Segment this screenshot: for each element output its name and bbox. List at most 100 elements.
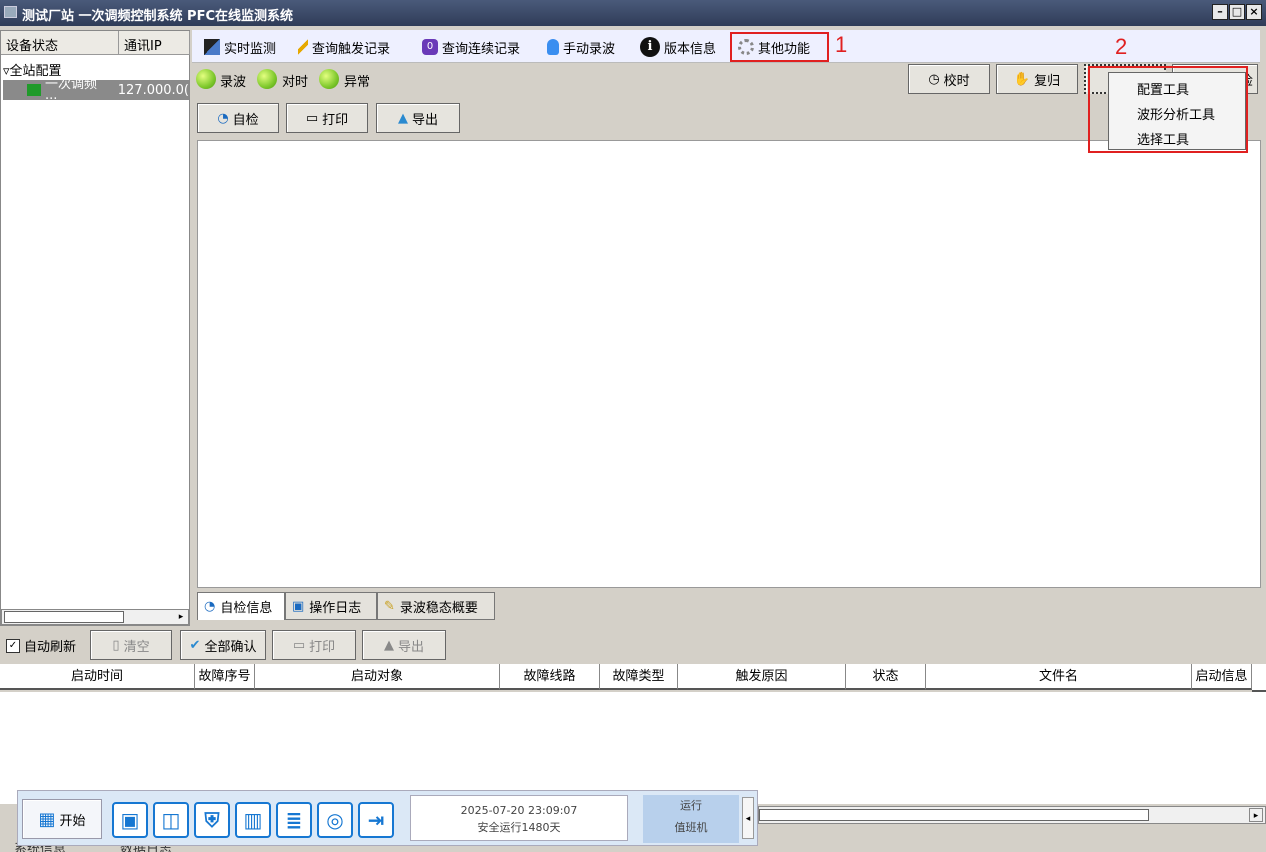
maximize-icon[interactable]: □ — [1229, 4, 1245, 20]
indicator-time-sync-icon — [257, 69, 277, 89]
nav-query-trigger[interactable]: 查询触发记录 — [298, 36, 390, 58]
pencil-icon — [298, 39, 308, 55]
tab-operation-log[interactable]: ▣ 操作日志 — [285, 592, 377, 620]
reset-label: 复归 — [1034, 73, 1061, 89]
column-filler — [1252, 664, 1266, 692]
indicator-record-label: 录波 — [220, 75, 247, 90]
column-start-info[interactable]: 启动信息 — [1192, 664, 1252, 690]
safe-run-text: 安全运行1480天 — [477, 821, 561, 834]
nav-other-functions[interactable]: 其他功能 — [730, 32, 829, 62]
clock-icon: ◷ — [928, 71, 940, 87]
window-title: 测试厂站 一次调频控制系统 PFC在线监测系统 — [22, 9, 294, 24]
nav-label: 实时监测 — [224, 41, 277, 57]
gear-icon — [738, 39, 754, 55]
bar-chart-icon[interactable]: ▥ — [235, 802, 271, 838]
desktop-icon[interactable]: ▣ — [112, 802, 148, 838]
nav-realtime-monitor[interactable]: 实时监测 — [204, 36, 276, 58]
auto-refresh-checkbox[interactable]: ✓ 自动刷新 — [6, 636, 76, 655]
log-print-button[interactable]: ▭ 打印 — [272, 630, 356, 660]
tab-self-check-info[interactable]: ◔ 自检信息 — [197, 592, 285, 620]
clear-label: 清空 — [123, 639, 150, 655]
start-label: 开始 — [59, 813, 86, 829]
auto-refresh-label: 自动刷新 — [24, 640, 77, 655]
nav-manual-record[interactable]: 手动录波 — [547, 36, 615, 58]
clear-button[interactable]: ▯ 清空 — [90, 630, 172, 660]
printer-icon: ▭ — [292, 637, 306, 653]
logout-icon[interactable]: ⇥ — [358, 802, 394, 838]
shield-icon[interactable]: ⛨ — [194, 802, 230, 838]
checkbox-checked-icon[interactable]: ✓ — [6, 638, 20, 653]
self-check-button[interactable]: ◔ 自检 — [197, 103, 279, 133]
reset-button[interactable]: ✋ 复归 — [996, 64, 1078, 94]
tab-record-summary[interactable]: ✎ 录波稳态概要 — [377, 592, 495, 620]
column-file-name[interactable]: 文件名 — [926, 664, 1192, 690]
indicator-time-sync-label: 对时 — [282, 75, 309, 90]
printer-icon: ▭ — [305, 110, 319, 126]
tab-label: 自检信息 — [220, 601, 273, 616]
nav-label: 版本信息 — [664, 41, 717, 57]
scroll-right-icon[interactable]: ▸ — [174, 610, 188, 624]
self-check-icon: ◔ — [217, 110, 229, 126]
sync-time-label: 校时 — [943, 73, 970, 89]
device-tree-panel: 设备状态 通讯IP ▿全站配置 一次调频··· 127.000.0( ▸ — [0, 30, 190, 626]
info-icon: i — [640, 37, 660, 57]
column-status[interactable]: 状态 — [846, 664, 926, 690]
main-content-area — [197, 140, 1261, 588]
indicator-abnormal-icon — [319, 69, 339, 89]
log-export-button[interactable]: ▲ 导出 — [362, 630, 446, 660]
fault-log-table-body — [0, 692, 1266, 804]
collapse-arrow-icon[interactable]: ◂ — [742, 797, 754, 839]
main-nav-bar: 实时监测 查询触发记录 0 查询连续记录 手动录波 i 版本信息 其他功能 1 — [192, 30, 1260, 63]
search-window-icon[interactable]: ◎ — [317, 802, 353, 838]
print-label: 打印 — [322, 112, 349, 128]
nav-query-continuous[interactable]: 0 查询连续记录 — [422, 36, 520, 58]
app-icon — [4, 6, 17, 18]
check-icon: ✔ — [189, 637, 201, 653]
column-start-object[interactable]: 启动对象 — [255, 664, 500, 690]
column-device-status[interactable]: 设备状态 — [1, 31, 119, 55]
column-start-time[interactable]: 启动时间 — [0, 664, 195, 690]
column-comm-ip[interactable]: 通讯IP — [119, 31, 190, 55]
column-fault-number[interactable]: 故障序号 — [195, 664, 255, 690]
device-ip: 127.000.0( — [117, 82, 189, 98]
export-icon: ▲ — [397, 110, 408, 126]
annotation-box-2 — [1088, 66, 1248, 153]
scrollbar-thumb[interactable] — [4, 611, 124, 623]
duty-status-text: 值班机 — [674, 821, 708, 834]
scrollbar-thumb[interactable] — [759, 809, 1149, 821]
grid-icon: ▦ — [38, 808, 56, 830]
tab-label: 操作日志 — [309, 600, 362, 616]
nav-label: 查询连续记录 — [442, 41, 521, 57]
export-label: 导出 — [411, 112, 438, 128]
print-button[interactable]: ▭ 打印 — [286, 103, 368, 133]
tab-label: 录波稳态概要 — [399, 600, 478, 616]
start-button[interactable]: ▦ 开始 — [22, 799, 102, 839]
annotation-mark-1: 1 — [835, 32, 848, 57]
table-horizontal-scrollbar[interactable]: ▸ — [758, 806, 1266, 824]
column-trigger-reason[interactable]: 触发原因 — [678, 664, 846, 690]
note-icon: ✎ — [384, 598, 395, 614]
column-fault-line[interactable]: 故障线路 — [500, 664, 600, 690]
confirm-all-button[interactable]: ✔ 全部确认 — [180, 630, 266, 660]
column-fault-type[interactable]: 故障类型 — [600, 664, 678, 690]
database-icon[interactable]: ≣ — [276, 802, 312, 838]
tree-item-pfc-device[interactable]: 一次调频··· 127.000.0( — [3, 77, 189, 107]
monitor-settings-icon[interactable]: ◫ — [153, 802, 189, 838]
record-icon: 0 — [422, 39, 438, 55]
annotation-mark-2: 2 — [1115, 34, 1128, 59]
title-bar: 测试厂站 一次调频控制系统 PFC在线监测系统 – □ × — [0, 0, 1266, 26]
left-horizontal-scrollbar[interactable]: ▸ — [1, 609, 189, 625]
close-icon[interactable]: × — [1246, 4, 1262, 20]
log-export-label: 导出 — [397, 639, 424, 655]
trash-icon: ▯ — [112, 637, 120, 653]
hand-icon: ✋ — [1013, 71, 1031, 87]
clock-panel: 2025-07-20 23:09:07 安全运行1480天 — [410, 795, 628, 841]
nav-label: 查询触发记录 — [312, 41, 391, 57]
scroll-right-icon[interactable]: ▸ — [1249, 808, 1263, 822]
nav-version-info[interactable]: i 版本信息 — [640, 36, 716, 58]
export-button[interactable]: ▲ 导出 — [376, 103, 460, 133]
sync-time-button[interactable]: ◷ 校时 — [908, 64, 990, 94]
minimize-icon[interactable]: – — [1212, 4, 1228, 20]
run-status-panel: 运行 值班机 — [643, 795, 739, 843]
run-status-text: 运行 — [680, 799, 702, 812]
